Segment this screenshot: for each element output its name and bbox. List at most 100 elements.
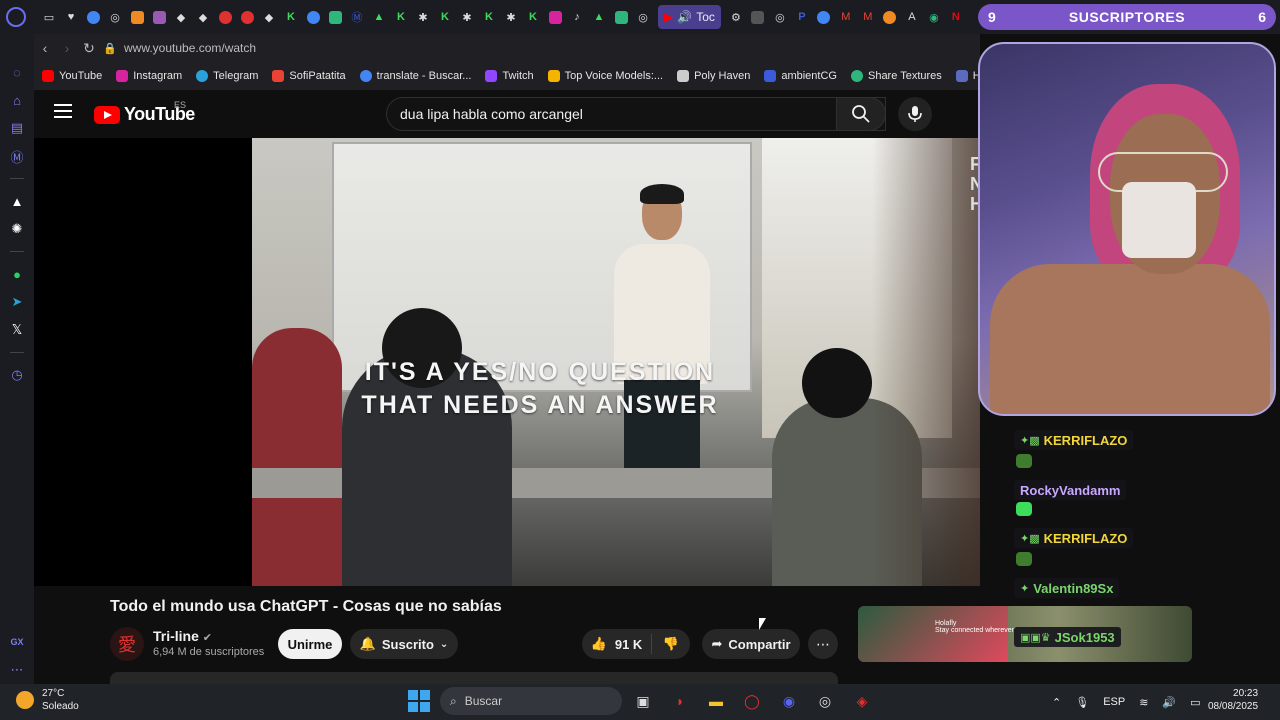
- tab-icon[interactable]: Ⓜ: [346, 6, 368, 28]
- bookmark-top-voice-models[interactable]: Top Voice Models:...: [547, 70, 663, 82]
- microphone-icon[interactable]: 🎙: [1075, 696, 1089, 709]
- search-input[interactable]: dua lipa habla como arcangel ✕: [386, 97, 886, 131]
- tab-icon[interactable]: M: [835, 6, 857, 28]
- tab-icon[interactable]: K: [434, 6, 456, 28]
- bookmark-telegram[interactable]: Telegram: [196, 70, 258, 82]
- reload-icon[interactable]: ↻: [78, 40, 100, 57]
- tab-icon[interactable]: ✱: [412, 6, 434, 28]
- bookmark-instagram[interactable]: Instagram: [116, 70, 182, 82]
- tab-icon[interactable]: [544, 6, 566, 28]
- dislike-button[interactable]: 👎: [652, 636, 690, 652]
- gx-icon[interactable]: GX: [0, 628, 34, 656]
- tab-icon[interactable]: ✱: [456, 6, 478, 28]
- url-text[interactable]: www.youtube.com/watch: [124, 41, 256, 55]
- tab-icon[interactable]: ⚙: [725, 6, 747, 28]
- task-view-icon[interactable]: ▣: [632, 690, 654, 712]
- chatgpt-icon[interactable]: ✺: [0, 215, 34, 243]
- app-icon[interactable]: ◈: [851, 690, 873, 712]
- bookmark-share-textures[interactable]: Share Textures: [850, 70, 942, 82]
- tab-icon[interactable]: [610, 6, 632, 28]
- bookmark-sofipatatita[interactable]: SofiPatatita: [272, 70, 346, 82]
- tab-icon[interactable]: [813, 6, 835, 28]
- like-button[interactable]: 👍 91 K: [582, 634, 652, 654]
- tab-icon[interactable]: ◎: [632, 6, 654, 28]
- active-tab[interactable]: ▶ 🔊 Toc: [658, 5, 721, 29]
- tab-icon[interactable]: ◉: [923, 6, 945, 28]
- weather-widget[interactable]: 27°C Soleado: [16, 687, 79, 713]
- tab-icon[interactable]: K: [390, 6, 412, 28]
- channel-avatar[interactable]: 愛: [110, 627, 144, 661]
- x-icon[interactable]: 𝕏: [0, 316, 34, 344]
- wifi-icon[interactable]: ≋: [1139, 696, 1148, 709]
- messenger-icon[interactable]: Ⓜ: [0, 142, 34, 170]
- back-icon[interactable]: ‹: [34, 40, 56, 56]
- taskbar-search[interactable]: ⌕ Buscar: [440, 687, 622, 715]
- player-icon[interactable]: ▤: [0, 114, 34, 142]
- telegram-icon[interactable]: ➤: [0, 288, 34, 316]
- hamburger-menu-icon[interactable]: [54, 104, 72, 118]
- subscribed-button[interactable]: 🔔 Suscrito ⌄: [350, 629, 458, 659]
- tab-icon[interactable]: ♪: [566, 6, 588, 28]
- tab-icon[interactable]: [302, 6, 324, 28]
- tab-icon[interactable]: [126, 6, 148, 28]
- obs-icon[interactable]: ◎: [814, 690, 836, 712]
- clock[interactable]: 20:23 08/08/2025: [1208, 687, 1258, 713]
- tab-icon[interactable]: [148, 6, 170, 28]
- tab-icon[interactable]: ✱: [500, 6, 522, 28]
- tab-icon[interactable]: ◎: [104, 6, 126, 28]
- tab-icon[interactable]: ▭: [38, 6, 60, 28]
- chevron-up-icon[interactable]: ⌃: [1052, 696, 1061, 709]
- tab-icon[interactable]: K: [478, 6, 500, 28]
- tab-icon[interactable]: A: [901, 6, 923, 28]
- opera-logo-icon[interactable]: [6, 7, 26, 27]
- language-indicator[interactable]: ESP: [1103, 696, 1125, 708]
- sidebar-divider: [10, 251, 24, 252]
- bookmark-translate[interactable]: translate - Buscar...: [359, 70, 471, 82]
- bookmark-twitch[interactable]: Twitch: [485, 70, 534, 82]
- discord-icon[interactable]: ◉: [778, 690, 800, 712]
- join-button[interactable]: Unirme: [278, 629, 342, 659]
- tab-icon[interactable]: [324, 6, 346, 28]
- pinned-app-icon[interactable]: ▲: [0, 187, 34, 215]
- bookmark-ha[interactable]: Ha: [955, 70, 980, 82]
- tab-icon[interactable]: N: [945, 6, 967, 28]
- forward-icon[interactable]: ›: [56, 40, 78, 56]
- more-icon[interactable]: ⋯: [0, 656, 34, 684]
- history-icon[interactable]: ◷: [0, 361, 34, 389]
- tab-icon[interactable]: ♥: [60, 6, 82, 28]
- voice-search-button[interactable]: [898, 97, 932, 131]
- volume-icon[interactable]: 🔊: [1162, 696, 1176, 709]
- battery-icon[interactable]: ▭: [1190, 696, 1200, 709]
- bookmarks-bar: YouTube Instagram Telegram SofiPatatita …: [34, 62, 980, 90]
- tab-icon[interactable]: [747, 6, 769, 28]
- tab-icon[interactable]: [879, 6, 901, 28]
- whatsapp-icon[interactable]: ●: [0, 260, 34, 288]
- app-icon[interactable]: ◗: [669, 690, 691, 712]
- search-button[interactable]: [836, 97, 886, 131]
- tab-icon[interactable]: [214, 6, 236, 28]
- tab-icon[interactable]: M: [857, 6, 879, 28]
- channel-name[interactable]: Tri-line ✔: [153, 628, 212, 644]
- tab-icon[interactable]: ◎: [769, 6, 791, 28]
- tab-icon[interactable]: ◆: [258, 6, 280, 28]
- bookmark-ambientcg[interactable]: ambientCG: [764, 70, 837, 82]
- bookmark-poly-haven[interactable]: Poly Haven: [677, 70, 750, 82]
- windows-start-icon[interactable]: [408, 690, 430, 712]
- tab-icon[interactable]: ◆: [192, 6, 214, 28]
- tab-icon[interactable]: ◆: [170, 6, 192, 28]
- more-actions-button[interactable]: ⋯: [808, 629, 838, 659]
- bookmark-youtube[interactable]: YouTube: [42, 70, 102, 82]
- aria-icon[interactable]: ◌: [0, 58, 34, 86]
- share-button[interactable]: ➦ Compartir: [702, 629, 800, 659]
- tab-icon[interactable]: [82, 6, 104, 28]
- tab-icon[interactable]: P: [791, 6, 813, 28]
- tab-icon[interactable]: ▲: [368, 6, 390, 28]
- description-box[interactable]: [110, 672, 838, 684]
- tab-icon[interactable]: K: [280, 6, 302, 28]
- tab-icon[interactable]: ▲: [588, 6, 610, 28]
- opera-gx-icon[interactable]: ◯: [741, 690, 763, 712]
- tab-icon[interactable]: [236, 6, 258, 28]
- file-explorer-icon[interactable]: ▬: [705, 690, 727, 712]
- workspace-icon[interactable]: ⌂: [0, 86, 34, 114]
- tab-icon[interactable]: K: [522, 6, 544, 28]
